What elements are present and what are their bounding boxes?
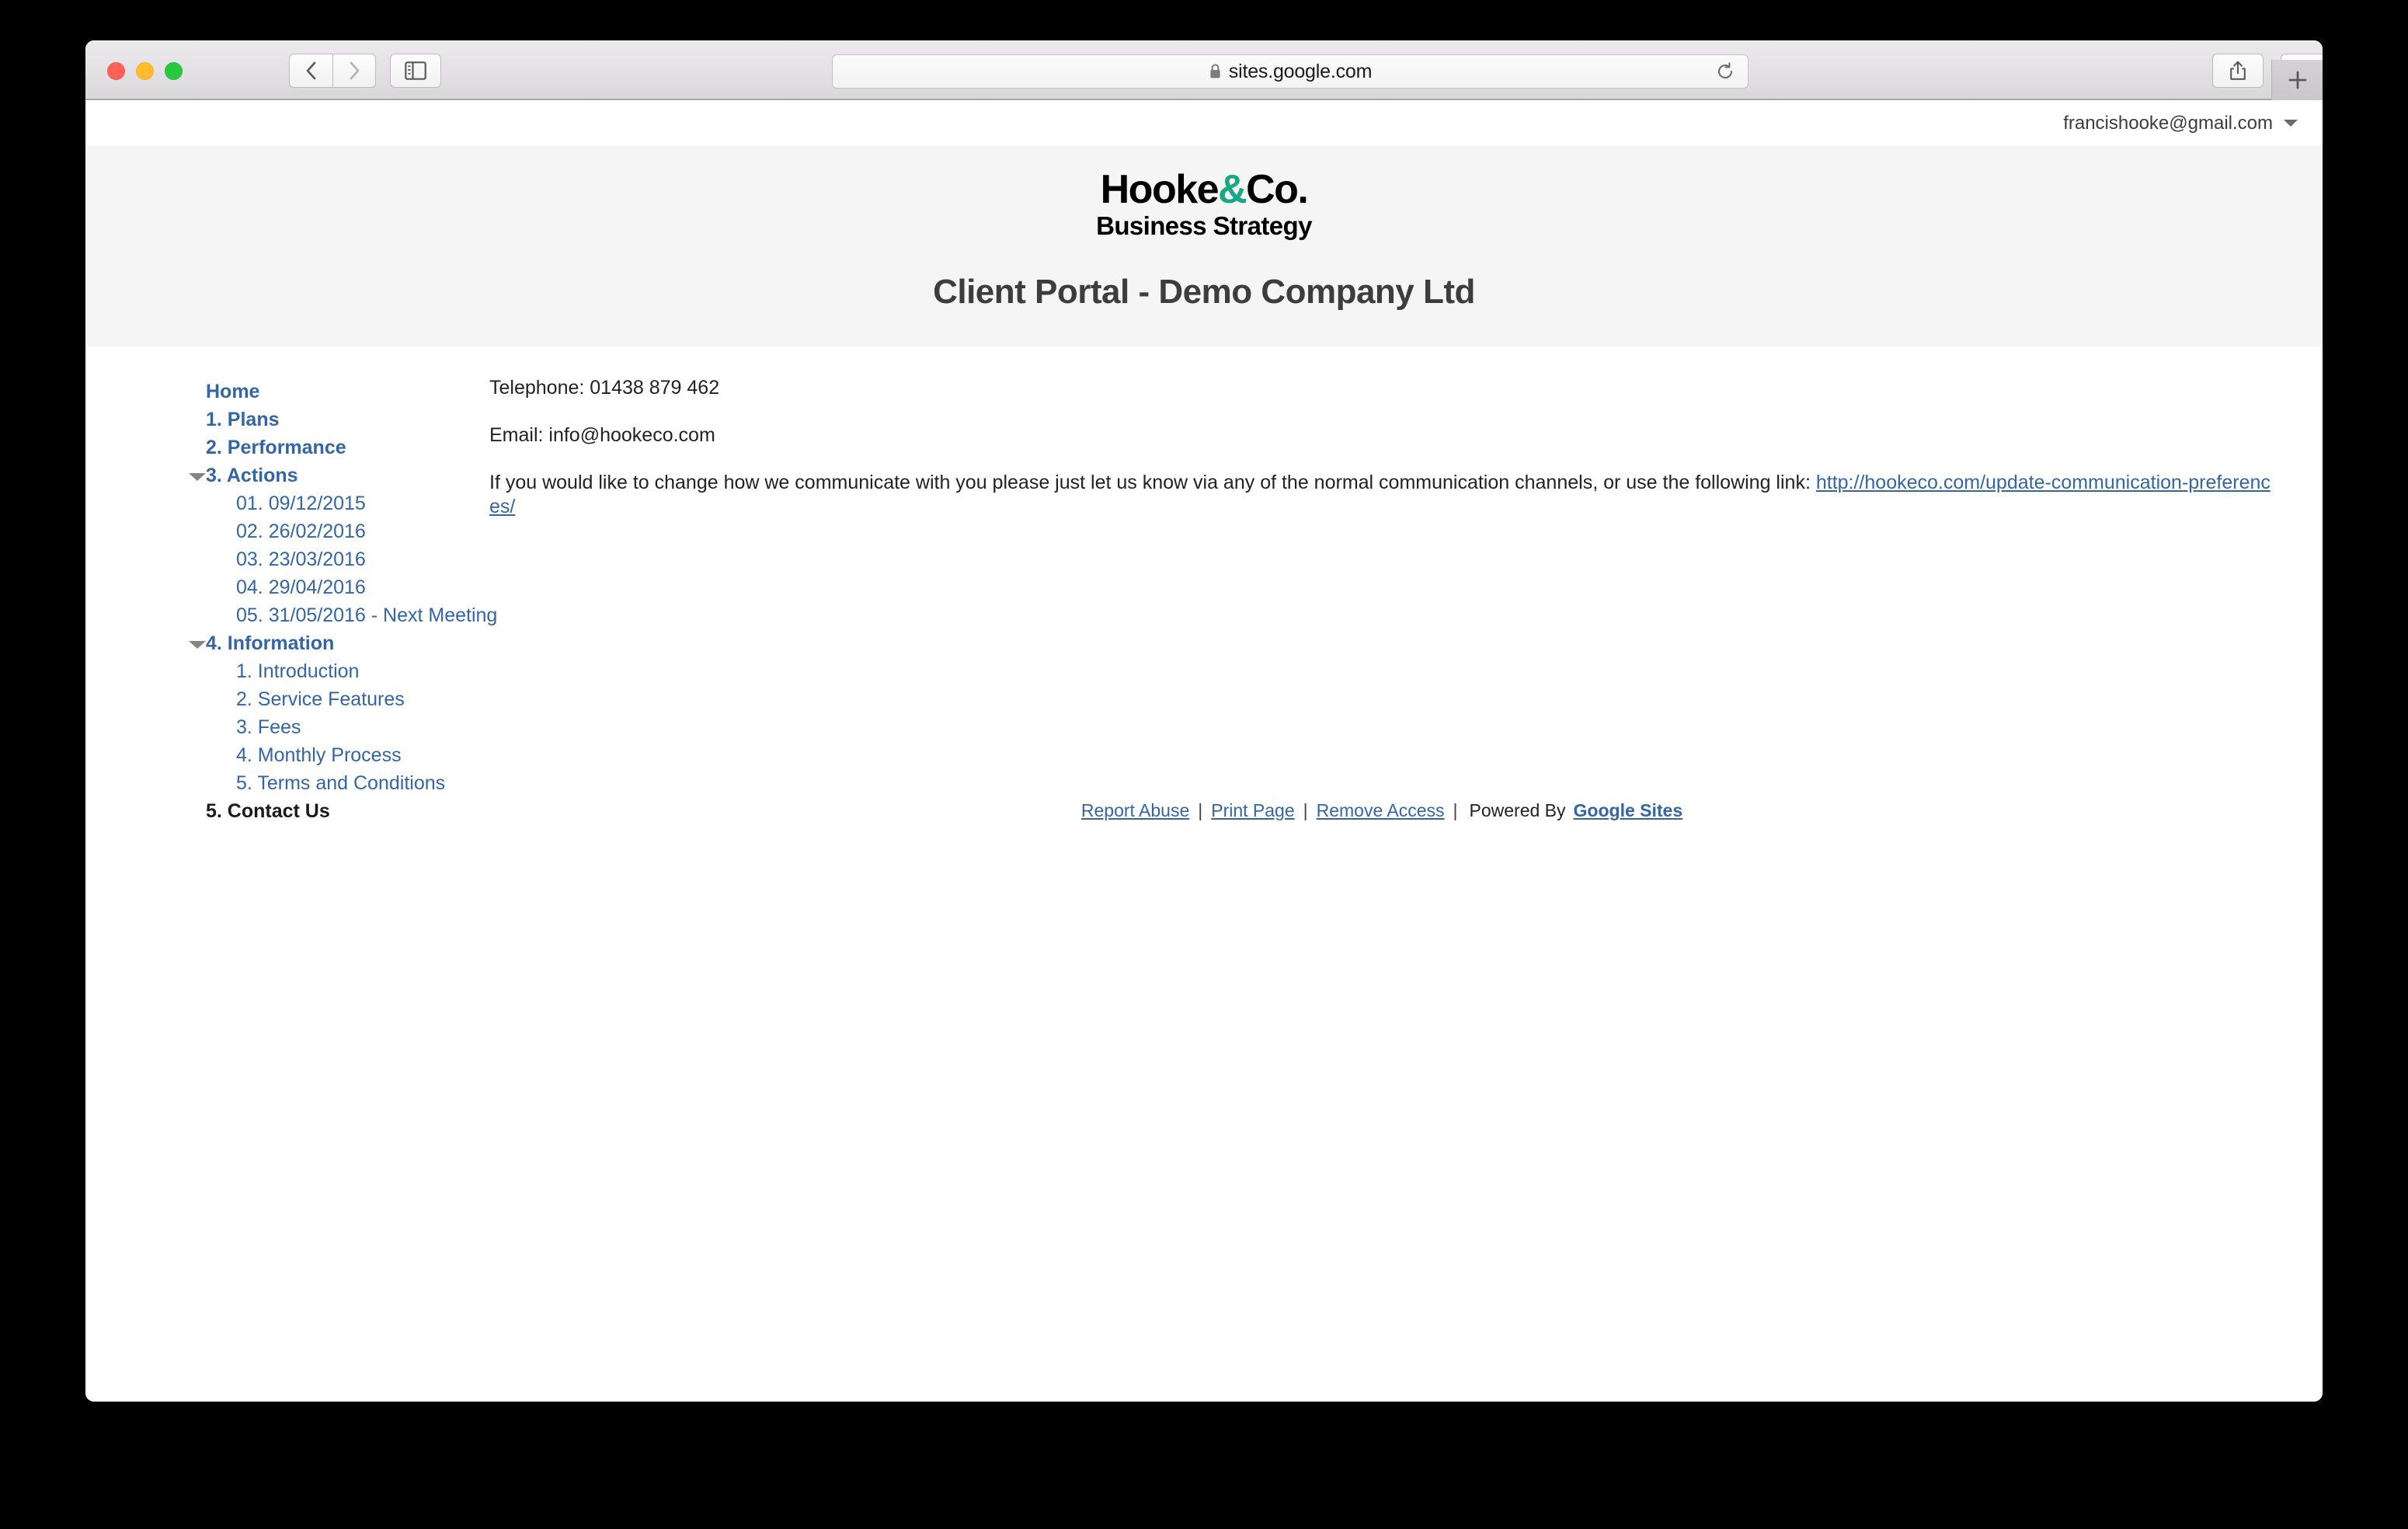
sidebar-item-label: 03. 23/03/2016: [236, 549, 366, 570]
sidebar-toggle-icon: [405, 61, 426, 80]
sidebar-navigation: Home 1. Plans 2. Performance 3. Actions 01. …: [85, 347, 497, 825]
footer-separator-2: |: [1303, 800, 1308, 820]
google-sites-link[interactable]: Google Sites: [1574, 800, 1683, 820]
sidebar-item-label: 02. 26/02/2016: [236, 521, 366, 542]
sidebar-item-4-monthly-process[interactable]: 4. Monthly Process: [85, 741, 489, 769]
plus-icon: [2288, 71, 2306, 89]
sidebar-item-3-actions[interactable]: 3. Actions: [85, 461, 489, 489]
print-page-link[interactable]: Print Page: [1211, 800, 1294, 820]
remove-access-link[interactable]: Remove Access: [1317, 800, 1445, 820]
page-viewport: francishooke@gmail.com Hooke&Co. Busines…: [85, 100, 2323, 1402]
sidebar-toggle-button[interactable]: [390, 54, 441, 88]
sidebar-item-label: 1. Plans: [206, 409, 280, 430]
sidebar-item-01-09-12-2015[interactable]: 01. 09/12/2015: [85, 489, 489, 517]
sidebar-item-5-terms-and-conditions[interactable]: 5. Terms and Conditions: [85, 769, 489, 797]
site-header: Hooke&Co. Business Strategy Client Porta…: [85, 146, 2323, 347]
account-email[interactable]: francishooke@gmail.com: [2063, 113, 2273, 134]
sidebar-item-1-introduction[interactable]: 1. Introduction: [85, 657, 489, 685]
sidebar-item-1-plans[interactable]: 1. Plans: [85, 406, 489, 434]
browser-toolbar: sites.google.com: [85, 40, 2323, 100]
powered-by-label: Powered By: [1469, 800, 1566, 820]
email-line: Email: info@hookeco.com: [489, 424, 715, 446]
sidebar-item-02-26-02-2016[interactable]: 02. 26/02/2016: [85, 517, 489, 545]
telephone-line: Telephone: 01438 879 462: [489, 377, 720, 399]
window-controls: [107, 62, 183, 80]
collapse-triangle-icon[interactable]: [189, 473, 206, 481]
sidebar-item-label: 2. Service Features: [236, 688, 405, 710]
sidebar-item-04-29-04-2016[interactable]: 04. 29/04/2016: [85, 573, 489, 601]
url-text: sites.google.com: [1228, 60, 1373, 82]
logo-ampersand: &: [1218, 167, 1247, 212]
zoom-button[interactable]: [165, 62, 183, 80]
sidebar-item-label: 5. Terms and Conditions: [236, 772, 446, 794]
sidebar-item-label: 5. Contact Us: [206, 800, 330, 822]
sidebar-item-2-service-features[interactable]: 2. Service Features: [85, 685, 489, 713]
collapse-triangle-icon[interactable]: [189, 641, 206, 649]
address-bar-content: sites.google.com: [1209, 61, 1372, 83]
minimize-button[interactable]: [136, 62, 154, 80]
sidebar-item-home[interactable]: Home: [85, 378, 489, 406]
new-tab-button[interactable]: [2271, 60, 2323, 100]
logo-tagline: Business Strategy: [1096, 211, 1312, 240]
sidebar-item-label: 4. Information: [206, 632, 335, 654]
sidebar-item-label: 05. 31/05/2016 - Next Meeting: [236, 604, 498, 626]
forward-button[interactable]: [332, 54, 376, 88]
close-button[interactable]: [107, 62, 125, 80]
sidebar-item-03-23-03-2016[interactable]: 03. 23/03/2016: [85, 545, 489, 573]
sidebar-item-label: Home: [206, 381, 260, 402]
page-title: Client Portal - Demo Company Ltd: [933, 273, 1475, 311]
sidebar-item-05-31-05-2016-next-meeting[interactable]: 05. 31/05/2016 - Next Meeting: [85, 601, 497, 629]
site-logo[interactable]: Hooke&Co. Business Strategy: [1096, 169, 1312, 239]
footer-separator-1: |: [1198, 800, 1203, 820]
reload-icon: [1717, 62, 1733, 79]
sidebar-item-3-fees[interactable]: 3. Fees: [85, 713, 489, 741]
logo-primary-text: Hooke&Co.: [1096, 169, 1312, 210]
sidebar-item-2-performance[interactable]: 2. Performance: [85, 434, 489, 461]
sidebar-item-label: 3. Fees: [236, 716, 301, 738]
site-footer: Report Abuse | Print Page | Remove Access | Po…: [489, 800, 2274, 852]
report-abuse-link[interactable]: Report Abuse: [1081, 800, 1189, 820]
reload-button[interactable]: [1714, 60, 1737, 83]
sidebar-item-label: 04. 29/04/2016: [236, 576, 366, 598]
sidebar-item-label: 1. Introduction: [236, 660, 360, 682]
chevron-right-icon: [350, 61, 360, 80]
chevron-down-icon[interactable]: [2284, 120, 2298, 127]
sidebar-item-label: 3. Actions: [206, 465, 298, 486]
lock-icon: [1210, 64, 1220, 78]
logo-text-co: Co.: [1246, 167, 1309, 212]
communication-preferences-paragraph: If you would like to change how we commu…: [489, 471, 2274, 519]
account-bar: francishooke@gmail.com: [85, 100, 2323, 146]
footer-separator-3: |: [1453, 800, 1458, 820]
logo-text-hooke: Hooke: [1100, 167, 1220, 212]
back-button[interactable]: [289, 54, 332, 88]
page-body: Home 1. Plans 2. Performance 3. Actions 01. …: [85, 347, 2323, 852]
browser-window: sites.google.com francishooke@gmail.com …: [85, 40, 2323, 1402]
sidebar-item-label: 2. Performance: [206, 437, 346, 458]
address-bar[interactable]: sites.google.com: [832, 54, 1749, 89]
main-content: Telephone: 01438 879 462 Email: info@hoo…: [489, 347, 2323, 852]
share-icon: [2230, 61, 2246, 80]
sidebar-item-4-information[interactable]: 4. Information: [85, 629, 489, 657]
sidebar-item-label: 01. 09/12/2015: [236, 493, 366, 514]
notice-text: If you would like to change how we commu…: [489, 472, 1816, 493]
share-button[interactable]: [2212, 54, 2264, 88]
sidebar-item-label: 4. Monthly Process: [236, 744, 402, 766]
sidebar-item-5-contact-us[interactable]: 5. Contact Us: [85, 797, 489, 825]
chevron-left-icon: [306, 61, 315, 80]
